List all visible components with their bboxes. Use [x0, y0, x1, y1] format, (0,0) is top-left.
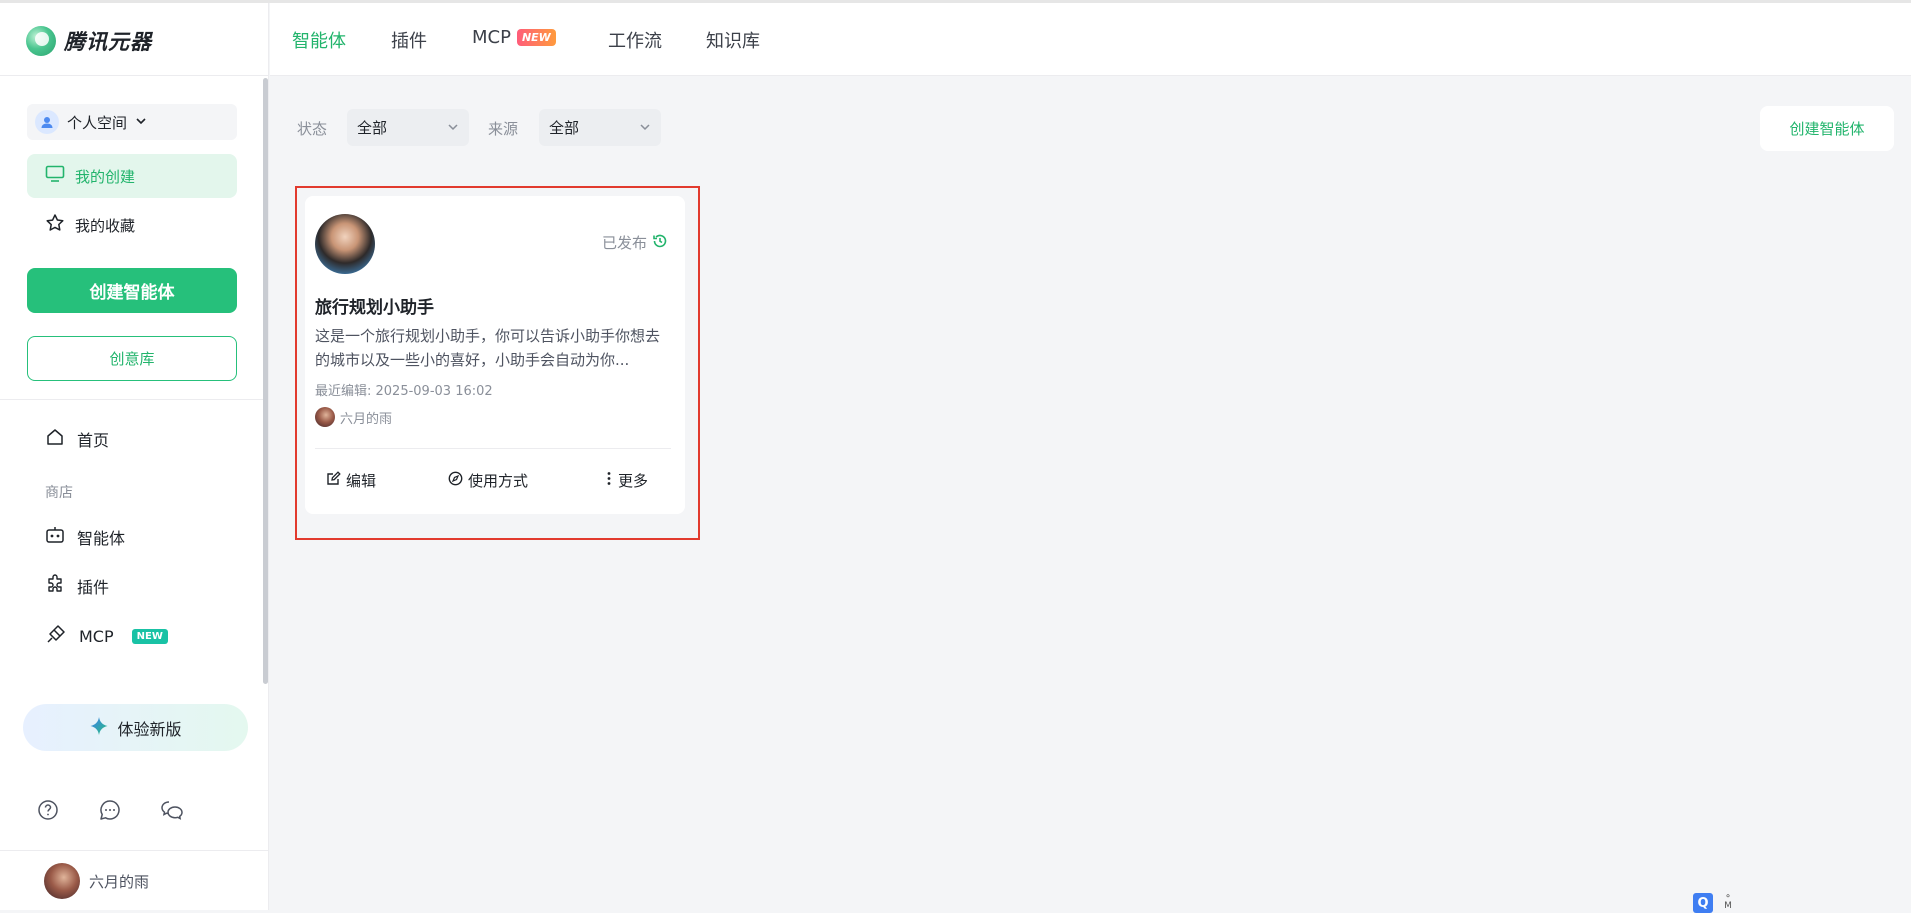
usage-label: 使用方式: [468, 472, 529, 490]
tab-label: 知识库: [706, 31, 760, 52]
compass-icon: [448, 471, 463, 490]
tab-label: 插件: [391, 31, 427, 52]
user-name: 六月的雨: [89, 872, 150, 891]
chevron-down-icon: [135, 113, 147, 131]
sidebar-item-agents[interactable]: 智能体: [45, 522, 125, 552]
chevron-down-icon: [639, 119, 651, 137]
author-name: 六月的雨: [340, 411, 393, 427]
avatar: [44, 863, 80, 899]
status-filter-label: 状态: [297, 120, 328, 138]
sidebar-item-label: MCP: [79, 626, 114, 646]
new-badge: NEW: [516, 29, 556, 46]
more-button[interactable]: 更多: [605, 470, 648, 491]
sidebar-item-label: 插件: [77, 578, 110, 597]
store-section-label: 商店: [45, 485, 73, 501]
sidebar: 腾讯元器 个人空间 我的创建 我的收藏 创建智能体 创意库 首页 商店 智能体 …: [0, 3, 269, 910]
divider: [0, 75, 269, 76]
more-vertical-icon: [605, 471, 613, 490]
agent-card[interactable]: 已发布 旅行规划小助手 这是一个旅行规划小助手，你可以告诉小助手你想去的城市以及…: [305, 196, 685, 514]
status-text: 已发布: [601, 234, 647, 252]
sidebar-item-home[interactable]: 首页: [45, 424, 109, 454]
sparkle-icon: [89, 716, 109, 740]
usage-button[interactable]: 使用方式: [448, 470, 528, 491]
edit-button[interactable]: 编辑: [326, 470, 376, 491]
divider: [315, 448, 671, 449]
source-filter-value: 全部: [549, 119, 580, 137]
robot-icon: [45, 525, 65, 549]
history-icon[interactable]: [652, 233, 668, 253]
sidebar-item-label: 我的创建: [75, 167, 136, 186]
idea-library-button[interactable]: 创意库: [27, 336, 237, 381]
try-new-version-label: 体验新版: [117, 719, 182, 739]
status-filter-select[interactable]: 全部: [347, 109, 469, 146]
chevron-down-icon: [447, 119, 459, 137]
tab-knowledge-base[interactable]: 知识库: [706, 27, 760, 53]
app-root: 腾讯元器 个人空间 我的创建 我的收藏 创建智能体 创意库 首页 商店 智能体 …: [0, 3, 1911, 913]
try-new-version-button[interactable]: 体验新版: [23, 704, 248, 751]
tab-agents[interactable]: 智能体: [292, 27, 346, 53]
avatar: [315, 407, 335, 427]
tab-label: 工作流: [608, 31, 662, 52]
tab-plugins[interactable]: 插件: [391, 27, 427, 53]
agent-avatar: [315, 214, 375, 274]
agent-title: 旅行规划小助手: [315, 298, 434, 318]
user-icon: [35, 110, 59, 134]
app-logo[interactable]: 腾讯元器: [26, 25, 152, 57]
space-label: 个人空间: [67, 113, 128, 132]
status-badge: 已发布: [602, 232, 668, 253]
monitor-icon: [45, 165, 65, 187]
sidebar-bottom-icons: [36, 798, 184, 822]
edit-label: 编辑: [346, 472, 377, 490]
mini-menu-icon[interactable]: ⚬ M: [1719, 893, 1737, 913]
sidebar-item-label: 我的收藏: [75, 216, 136, 235]
floating-widget[interactable]: Q ⚬ M: [1693, 893, 1737, 913]
home-icon: [45, 427, 65, 451]
logo-icon: [26, 26, 56, 56]
tab-label: MCP: [472, 27, 511, 48]
sidebar-scrollbar[interactable]: [263, 78, 268, 684]
chat-bubble-icon[interactable]: [98, 798, 122, 822]
logo-text: 腾讯元器: [64, 30, 152, 54]
puzzle-icon: [45, 574, 65, 598]
sidebar-item-plugins[interactable]: 插件: [45, 571, 109, 601]
divider: [0, 850, 269, 851]
agent-author: 六月的雨: [315, 407, 392, 427]
tab-mcp[interactable]: MCP NEW: [472, 27, 556, 48]
status-filter-value: 全部: [357, 119, 388, 137]
create-agent-button[interactable]: 创建智能体: [27, 268, 237, 313]
last-edited: 最近编辑: 2025-09-03 16:02: [315, 384, 493, 399]
user-profile[interactable]: 六月的雨: [44, 863, 149, 899]
top-nav: 智能体 插件 MCP NEW 工作流 知识库: [270, 3, 1911, 76]
agent-description: 这是一个旅行规划小助手，你可以告诉小助手你想去的城市以及一些小的喜好，小助手会自…: [315, 327, 661, 369]
q-app-icon[interactable]: Q: [1693, 893, 1713, 913]
sidebar-item-label: 智能体: [77, 529, 126, 548]
tab-workflow[interactable]: 工作流: [608, 27, 662, 53]
source-filter-label: 来源: [488, 120, 519, 138]
new-badge: NEW: [131, 628, 168, 644]
divider: [0, 399, 269, 400]
star-icon: [45, 213, 65, 237]
sidebar-item-mcp[interactable]: MCP NEW: [45, 621, 168, 651]
space-selector[interactable]: 个人空间: [27, 104, 237, 140]
edit-icon: [326, 471, 341, 490]
sidebar-item-my-favorites[interactable]: 我的收藏: [27, 203, 237, 247]
create-agent-top-button[interactable]: 创建智能体: [1760, 106, 1894, 151]
more-label: 更多: [618, 472, 649, 490]
plug-icon: [45, 623, 67, 649]
tab-label: 智能体: [292, 31, 346, 52]
wechat-icon[interactable]: [160, 798, 184, 822]
sidebar-item-my-created[interactable]: 我的创建: [27, 154, 237, 198]
help-icon[interactable]: [36, 798, 60, 822]
sidebar-item-label: 首页: [77, 431, 110, 450]
source-filter-select[interactable]: 全部: [539, 109, 661, 146]
